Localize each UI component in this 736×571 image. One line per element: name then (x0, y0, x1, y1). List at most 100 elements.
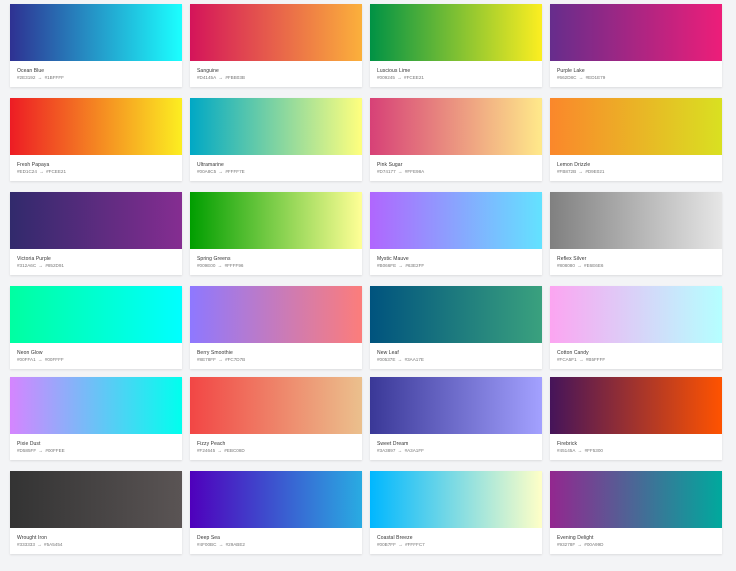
gradient-card-sweet-dream[interactable]: Sweet Dream #3A3897 → #A3A1FF (370, 377, 542, 460)
arrow-icon: → (36, 75, 44, 80)
gradient-info: Deep Sea #4F00BC → #29ABE2 (190, 528, 362, 548)
arrow-icon: → (576, 542, 584, 547)
gradient-swatch (550, 98, 722, 155)
arrow-icon: → (216, 357, 225, 362)
gradient-swatch (190, 98, 362, 155)
color-to: #00A99D (584, 542, 604, 547)
color-to: #EBC08D (224, 448, 245, 453)
gradient-info: Spring Greens #009E00 → #FFFF96 (190, 249, 362, 269)
gradient-card-berry-smoothie[interactable]: Berry Smoothie #8E78FF → #FC7D7B (190, 286, 362, 369)
gradient-codes: #F24645 → #EBC08D (197, 448, 355, 454)
color-to: #FCEE21 (46, 169, 66, 174)
color-from: #F24645 (197, 448, 216, 453)
color-from: #662D8C (557, 75, 577, 80)
gradient-card-purple-lake[interactable]: Purple Lake #662D8C → #ED1E79 (550, 4, 722, 87)
gradient-name: Fizzy Peach (197, 441, 226, 447)
gradient-info: Berry Smoothie #8E78FF → #FC7D7B (190, 343, 362, 363)
gradient-card-spring-greens[interactable]: Spring Greens #009E00 → #FFFF96 (190, 192, 362, 275)
gradient-name: Neon Glow (17, 350, 43, 356)
gradient-name: Wrought Iron (17, 535, 48, 541)
arrow-icon: → (577, 75, 585, 80)
gradient-card-pink-sugar[interactable]: Pink Sugar #D74177 → #FFE98A (370, 98, 542, 181)
gradient-name: Spring Greens (197, 256, 231, 262)
gradient-card-mystic-mauve[interactable]: Mystic Mauve #B066FE → #63E2FF (370, 192, 542, 275)
gradient-card-coastal-breeze[interactable]: Coastal Breeze #00B7FF → #FFFFC7 (370, 471, 542, 554)
arrow-icon: → (216, 263, 224, 268)
gradient-info: Fresh Papaya #ED1C24 → #FCEE21 (10, 155, 182, 175)
gradient-swatch (370, 377, 542, 434)
gradient-swatch (370, 98, 542, 155)
gradient-card-neon-glow[interactable]: Neon Glow #00FFA1 → #00FFFF (10, 286, 182, 369)
color-from: #009E00 (197, 263, 216, 268)
gradient-name: Coastal Breeze (377, 535, 413, 541)
gradient-name: Mystic Mauve (377, 256, 409, 262)
gradient-card-luscious-lime[interactable]: Luscious Lime #009245 → #FCEE21 (370, 4, 542, 87)
gradient-swatch (370, 192, 542, 249)
gradient-info: Purple Lake #662D8C → #ED1E79 (550, 61, 722, 81)
gradient-card-firebrick[interactable]: Firebrick #45145A → #FF5300 (550, 377, 722, 460)
color-from: #D4145A (197, 75, 217, 80)
color-from: #2E3192 (17, 75, 36, 80)
arrow-icon: → (396, 357, 404, 362)
gradient-card-new-leaf[interactable]: New Leaf #00537E → #3AA17E (370, 286, 542, 369)
gradient-card-evening-delight[interactable]: Evening Delight #93278F → #00A99D (550, 471, 722, 554)
gradient-name: Pink Sugar (377, 162, 403, 168)
gradient-codes: #00FFA1 → #00FFFF (17, 357, 175, 363)
gradient-card-deep-sea[interactable]: Deep Sea #4F00BC → #29ABE2 (190, 471, 362, 554)
color-from: #D585FF (17, 448, 37, 453)
gradient-info: Fizzy Peach #F24645 → #EBC08D (190, 434, 362, 454)
gradient-swatch (10, 377, 182, 434)
color-to: #29ABE2 (225, 542, 245, 547)
color-from: #FCA5F1 (557, 357, 577, 362)
gradient-card-pixie-dust[interactable]: Pixie Dust #D585FF → #00FFEE (10, 377, 182, 460)
color-from: #808080 (557, 263, 575, 268)
gradient-name: Fresh Papaya (17, 162, 50, 168)
color-to: #FC7D7B (225, 357, 246, 362)
gradient-info: Lemon Drizzle #FB872B → #D9E021 (550, 155, 722, 175)
gradient-swatch (190, 4, 362, 61)
gradient-card-sanguine[interactable]: Sanguine #D4145A → #FBB03B (190, 4, 362, 87)
arrow-icon: → (396, 542, 405, 547)
gradient-swatch (190, 192, 362, 249)
color-from: #009245 (377, 75, 395, 80)
gradient-card-lemon-drizzle[interactable]: Lemon Drizzle #FB872B → #D9E021 (550, 98, 722, 181)
color-from: #00FFA1 (17, 357, 36, 362)
color-from: #ED1C24 (17, 169, 37, 174)
color-to: #852D91 (45, 263, 64, 268)
gradient-codes: #333333 → #5A5454 (17, 542, 175, 548)
color-to: #FF5300 (584, 448, 603, 453)
gradient-card-reflex-silver[interactable]: Reflex Silver #808080 → #E6E6E6 (550, 192, 722, 275)
gradient-swatch (370, 4, 542, 61)
gradient-card-victoria-purple[interactable]: Victoria Purple #312A6C → #852D91 (10, 192, 182, 275)
color-to: #63E2FF (405, 263, 425, 268)
color-to: #FFFF96 (224, 263, 244, 268)
gradient-card-ultramarine[interactable]: Ultramarine #00A8C5 → #FFFF7E (190, 98, 362, 181)
gradient-codes: #808080 → #E6E6E6 (557, 263, 715, 269)
arrow-icon: → (37, 169, 46, 174)
gradient-codes: #662D8C → #ED1E79 (557, 75, 715, 81)
gradient-card-cotton-candy[interactable]: Cotton Candy #FCA5F1 → #B5FFFF (550, 286, 722, 369)
gradient-codes: #009E00 → #FFFF96 (197, 263, 355, 269)
arrow-icon: → (577, 357, 585, 362)
arrow-icon: → (37, 448, 45, 453)
gradient-codes: #D585FF → #00FFEE (17, 448, 175, 454)
gradient-name: Sweet Dream (377, 441, 409, 447)
gradient-name: Cotton Candy (557, 350, 589, 356)
gradient-card-fizzy-peach[interactable]: Fizzy Peach #F24645 → #EBC08D (190, 377, 362, 460)
color-from: #B066FE (377, 263, 397, 268)
gradient-swatch (550, 471, 722, 528)
gradient-info: Sanguine #D4145A → #FBB03B (190, 61, 362, 81)
color-from: #3A3897 (377, 448, 396, 453)
gradient-swatch (550, 4, 722, 61)
gradient-codes: #B066FE → #63E2FF (377, 263, 535, 269)
gradient-card-fresh-papaya[interactable]: Fresh Papaya #ED1C24 → #FCEE21 (10, 98, 182, 181)
gradient-info: Pink Sugar #D74177 → #FFE98A (370, 155, 542, 175)
arrow-icon: → (217, 169, 225, 174)
gradient-swatch (370, 471, 542, 528)
color-to: #5A5454 (44, 542, 63, 547)
gradient-card-wrought-iron[interactable]: Wrought Iron #333333 → #5A5454 (10, 471, 182, 554)
gradient-info: Cotton Candy #FCA5F1 → #B5FFFF (550, 343, 722, 363)
gradient-card-ocean-blue[interactable]: Ocean Blue #2E3192 → #1BFFFF (10, 4, 182, 87)
arrow-icon: → (577, 169, 585, 174)
color-from: #00A8C5 (197, 169, 217, 174)
